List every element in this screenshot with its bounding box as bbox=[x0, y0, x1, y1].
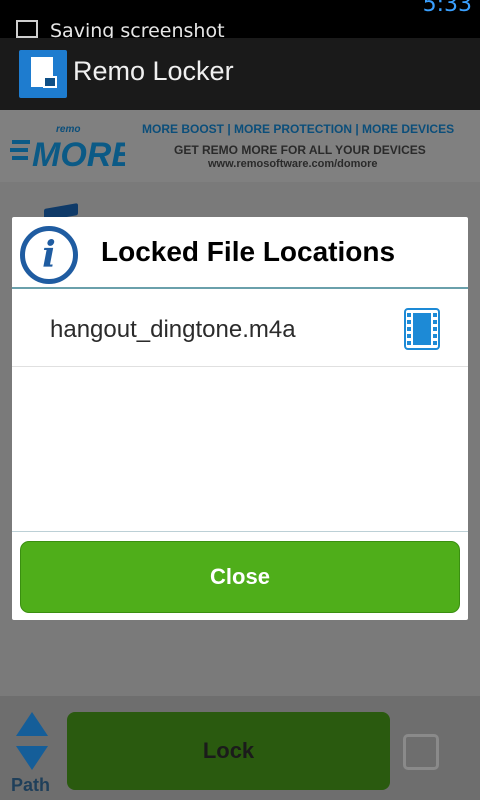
close-button-label: Close bbox=[210, 564, 270, 589]
info-icon: i bbox=[20, 226, 78, 284]
banner-brand-big: MORE bbox=[32, 136, 125, 172]
path-label: Path bbox=[11, 775, 51, 795]
dialog-header: i Locked File Locations bbox=[12, 217, 468, 289]
app-title: Remo Locker bbox=[73, 56, 234, 86]
app-logo-icon bbox=[19, 50, 67, 98]
film-icon bbox=[404, 308, 440, 350]
close-button[interactable]: Close bbox=[20, 541, 460, 613]
banner-brand-small: remo bbox=[56, 124, 80, 135]
locked-file-locations-dialog: i Locked File Locations hangout_dingtone… bbox=[12, 217, 468, 620]
select-all-checkbox[interactable] bbox=[403, 734, 439, 770]
app-bar: Remo Locker bbox=[0, 38, 480, 110]
file-name: hangout_dingtone.m4a bbox=[50, 316, 296, 343]
dialog-title: Locked File Locations bbox=[101, 236, 396, 267]
file-list-item[interactable]: hangout_dingtone.m4a bbox=[12, 291, 468, 367]
arrow-up-icon[interactable] bbox=[16, 712, 48, 736]
lock-button[interactable]: Lock bbox=[67, 712, 390, 790]
status-time: 5:33 bbox=[422, 0, 472, 17]
status-notification-text: Saving screenshot bbox=[50, 20, 225, 38]
banner-line2: GET REMO MORE FOR ALL YOUR DEVICES bbox=[174, 143, 426, 157]
status-icons: 5:33 bbox=[423, 0, 472, 17]
banner-line1: MORE BOOST | MORE PROTECTION | MORE DEVI… bbox=[142, 122, 455, 136]
banner-line3: www.remosoftware.com/domore bbox=[208, 158, 378, 170]
arrow-down-icon[interactable] bbox=[16, 746, 48, 770]
dialog-divider bbox=[12, 531, 468, 532]
lock-button-label: Lock bbox=[202, 738, 255, 763]
status-bar: Saving screenshot 5:33 bbox=[0, 0, 480, 38]
gallery-icon bbox=[16, 20, 38, 38]
remo-more-logo-icon: remo MORE bbox=[10, 124, 125, 172]
